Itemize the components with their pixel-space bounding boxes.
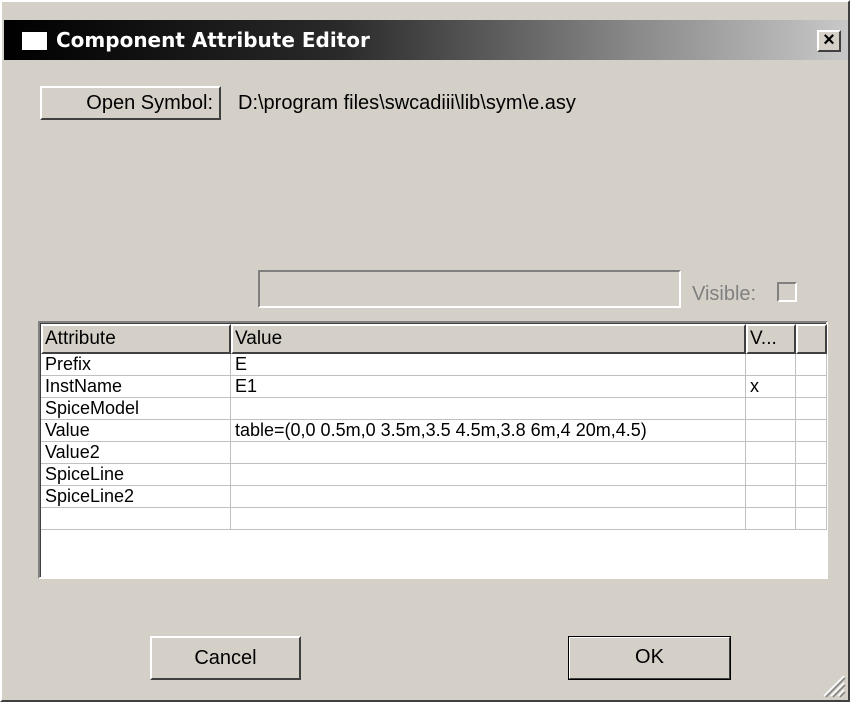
extra-cell	[796, 486, 827, 508]
visible-cell[interactable]	[746, 398, 796, 420]
table-row[interactable]: Prefix E	[41, 354, 827, 376]
value-cell[interactable]	[231, 464, 746, 486]
symbol-path: D:\program files\swcadiii\lib\sym\e.asy	[238, 92, 576, 114]
extra-cell	[796, 376, 827, 398]
attribute-cell[interactable]: Value2	[41, 442, 231, 464]
column-header-value[interactable]: Value	[231, 324, 746, 354]
extra-cell	[796, 398, 827, 420]
value-cell[interactable]	[231, 398, 746, 420]
value-cell[interactable]	[231, 508, 746, 530]
resize-grip-icon[interactable]	[820, 670, 846, 698]
table-row[interactable]: Value table=(0,0 0.5m,0 3.5m,3.5 4.5m,3.…	[41, 420, 827, 442]
extra-cell	[796, 464, 827, 486]
visible-cell[interactable]	[746, 442, 796, 464]
table-row[interactable]	[41, 508, 827, 530]
attribute-cell[interactable]: SpiceLine2	[41, 486, 231, 508]
table-row[interactable]: SpiceLine	[41, 464, 827, 486]
value-cell[interactable]	[231, 486, 746, 508]
window-title: Component Attribute Editor	[56, 28, 370, 52]
ok-button[interactable]: OK	[568, 636, 731, 680]
component-attribute-editor-window: Component Attribute Editor × Open Symbol…	[0, 0, 850, 702]
table-row[interactable]: SpiceModel	[41, 398, 827, 420]
visible-cell[interactable]	[746, 354, 796, 376]
extra-cell	[796, 508, 827, 530]
attribute-cell[interactable]: Prefix	[41, 354, 231, 376]
value-cell[interactable]: E1	[231, 376, 746, 398]
extra-cell	[796, 442, 827, 464]
attribute-cell[interactable]: SpiceModel	[41, 398, 231, 420]
window-icon	[21, 31, 48, 51]
attribute-table[interactable]: Attribute Value V... Prefix E InstName E…	[38, 321, 828, 579]
table-row[interactable]: Value2	[41, 442, 827, 464]
extra-cell	[796, 420, 827, 442]
cancel-button[interactable]: Cancel	[150, 636, 301, 680]
value-cell[interactable]	[231, 442, 746, 464]
open-symbol-button[interactable]: Open Symbol:	[40, 86, 221, 120]
close-button[interactable]: ×	[817, 30, 841, 52]
visible-cell[interactable]	[746, 508, 796, 530]
value-cell[interactable]: E	[231, 354, 746, 376]
visible-checkbox[interactable]	[777, 282, 797, 302]
visible-cell[interactable]	[746, 420, 796, 442]
attribute-cell[interactable]: SpiceLine	[41, 464, 231, 486]
column-header-empty[interactable]	[796, 324, 827, 354]
attribute-cell[interactable]	[41, 508, 231, 530]
visible-label: Visible:	[692, 283, 757, 305]
value-cell[interactable]: table=(0,0 0.5m,0 3.5m,3.5 4.5m,3.8 6m,4…	[231, 420, 746, 442]
attribute-value-input[interactable]	[258, 270, 681, 308]
table-row[interactable]: InstName E1 x	[41, 376, 827, 398]
visible-cell[interactable]	[746, 464, 796, 486]
table-row[interactable]: SpiceLine2	[41, 486, 827, 508]
column-header-attribute[interactable]: Attribute	[41, 324, 231, 354]
column-header-visible[interactable]: V...	[746, 324, 796, 354]
attribute-cell[interactable]: InstName	[41, 376, 231, 398]
visible-cell[interactable]: x	[746, 376, 796, 398]
attribute-cell[interactable]: Value	[41, 420, 231, 442]
visible-cell[interactable]	[746, 486, 796, 508]
extra-cell	[796, 354, 827, 376]
